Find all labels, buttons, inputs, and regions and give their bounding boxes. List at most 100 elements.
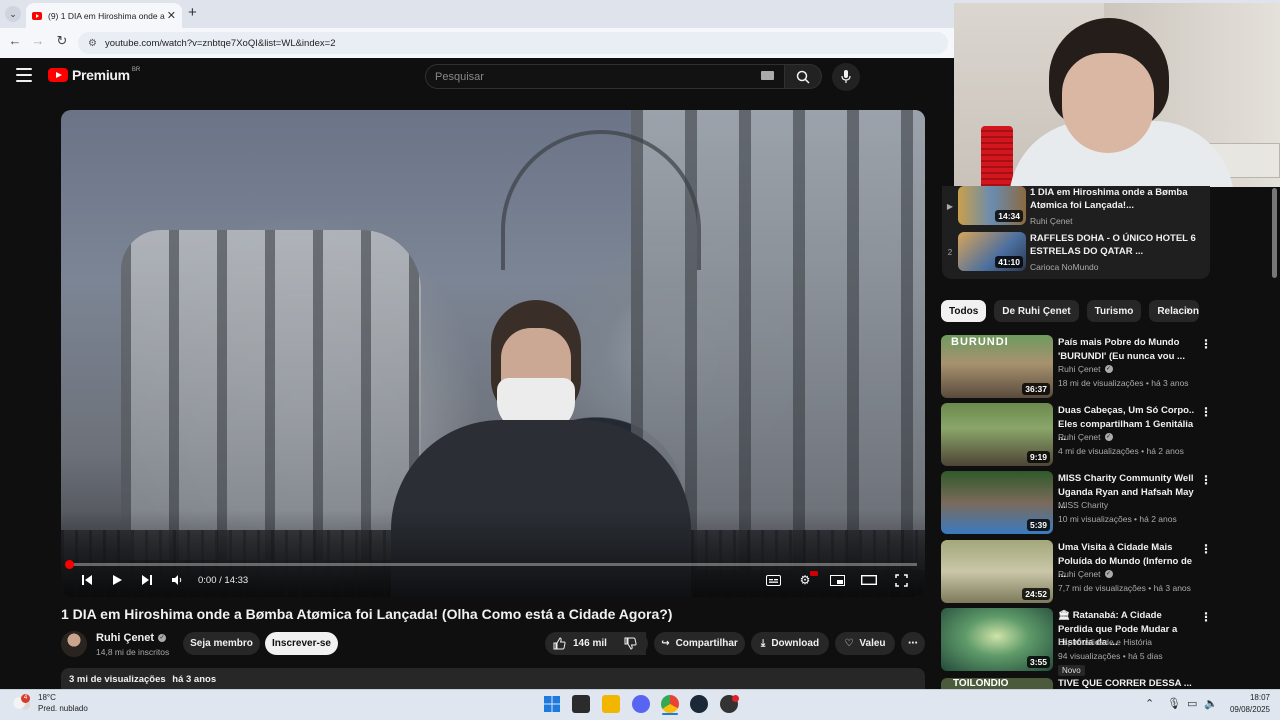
recommendation-item[interactable]: 3:55 🏛 Ratanabá: A Cidade Perdida que Po… — [941, 608, 1212, 676]
fullscreen-icon[interactable] — [893, 572, 909, 588]
video-thumbnail[interactable]: 24:52 — [941, 540, 1053, 603]
recommendation-item[interactable]: 5:39 MISS Charity Community Well Uganda … — [941, 471, 1212, 535]
video-thumbnail[interactable]: 3:55 — [941, 608, 1053, 671]
download-label: Download — [771, 638, 820, 649]
playlist-scrollbar[interactable] — [1272, 188, 1277, 278]
file-explorer-icon[interactable] — [602, 695, 620, 713]
scrubber-handle[interactable] — [65, 560, 74, 569]
like-count: 146 mil — [573, 638, 607, 649]
windows-start-icon[interactable] — [543, 695, 561, 713]
system-clock[interactable]: 18:07 09/08/2025 — [1226, 692, 1270, 716]
recommendation-item[interactable]: 9:19 Duas Cabeças, Um Só Corpo.. Eles co… — [941, 403, 1212, 467]
speaker-icon[interactable]: 🔈 — [1204, 697, 1218, 710]
share-button[interactable]: ↪ Compartilhar — [654, 632, 745, 655]
video-thumbnail[interactable]: TOILONDIO — [941, 678, 1053, 689]
reload-icon[interactable]: ↻ — [53, 33, 71, 49]
thanks-button[interactable]: ♡ Valeu — [835, 632, 895, 655]
forward-icon[interactable]: → — [29, 33, 47, 48]
recommendation-item[interactable]: TOILONDIO TIVE QUE CORRER DESSA ... — [941, 678, 1211, 689]
weather-widget[interactable]: 4 18°C Pred. nublado — [12, 692, 88, 714]
back-icon[interactable]: ← — [6, 33, 24, 48]
controls-gradient — [61, 510, 925, 597]
steam-icon[interactable] — [690, 695, 708, 713]
share-icon: ↪ — [661, 638, 670, 649]
chip-all[interactable]: Todos — [941, 300, 987, 322]
url-text: youtube.com/watch?v=znbtqe7XoQI&list=WL&… — [104, 37, 336, 49]
channel-name-text: Ruhi Çenet — [96, 632, 155, 644]
playlist-item[interactable]: 2 41:10 RAFFLES DOHA - O ÚNICO HOTEL 6 E… — [942, 232, 1210, 276]
recommendation-meta: 10 mi visualizações • há 2 anos — [1058, 514, 1177, 524]
subscribe-button[interactable]: Inscrever-se — [265, 632, 338, 655]
search-icon — [796, 70, 810, 84]
description-box[interactable]: 3 mi de visualizações há 3 anos — [61, 668, 925, 690]
more-options-icon[interactable]: ⋮ — [1200, 610, 1212, 624]
microphone-tray-icon[interactable]: 🎙 — [1167, 697, 1181, 710]
chip-from-channel[interactable]: De Ruhi Çenet — [994, 300, 1079, 322]
voice-search-button[interactable] — [832, 63, 860, 91]
playlist-thumbnail[interactable]: 41:10 — [958, 232, 1026, 271]
url-field[interactable]: ⚙ youtube.com/watch?v=znbtqe7XoQI&list=W… — [78, 32, 948, 54]
miniplayer-icon[interactable] — [829, 572, 845, 588]
logo-country: BR — [131, 67, 141, 73]
previous-icon[interactable] — [79, 572, 95, 588]
progress-bar[interactable] — [69, 563, 917, 566]
youtube-premium-logo[interactable]: Premium BR — [48, 67, 140, 83]
tab-list-button[interactable]: ⌄ — [5, 6, 21, 22]
notification-dot — [732, 695, 739, 702]
hamburger-menu-icon[interactable] — [16, 68, 32, 82]
logo-text: Premium — [72, 67, 130, 83]
thumbnail-text: TOILONDIO — [953, 678, 1009, 689]
duration-badge: 3:55 — [1026, 656, 1050, 668]
discord-icon[interactable] — [632, 695, 650, 713]
chrome-icon[interactable] — [661, 695, 679, 713]
recommendation-meta: 94 visualizações • há 5 dias — [1058, 651, 1163, 661]
more-options-icon[interactable]: ⋮ — [1200, 405, 1212, 419]
video-player[interactable] — [61, 110, 925, 597]
duration-badge: 24:52 — [1022, 588, 1050, 600]
play-icon[interactable] — [109, 572, 125, 588]
playlist-index: 2 — [947, 248, 953, 257]
channel-avatar[interactable] — [61, 631, 87, 657]
chip-related[interactable]: Relaciona — [1149, 300, 1200, 322]
video-thumbnail[interactable]: BURUNDI 36:37 — [941, 335, 1053, 398]
channel-name[interactable]: Ruhi Çenet ✓ — [96, 632, 167, 644]
theater-mode-icon[interactable] — [861, 572, 877, 588]
more-options-icon[interactable]: ⋮ — [1200, 542, 1212, 556]
join-button[interactable]: Seja membro — [183, 632, 260, 655]
video-thumbnail[interactable]: 9:19 — [941, 403, 1053, 466]
more-options-icon[interactable]: ⋮ — [1200, 473, 1212, 487]
video-thumbnail[interactable]: 5:39 — [941, 471, 1053, 534]
task-view-icon[interactable] — [572, 695, 590, 713]
site-info-icon[interactable]: ⚙ — [88, 38, 97, 49]
temperature: 18°C — [38, 693, 56, 702]
clock-time: 18:07 — [1249, 693, 1270, 702]
recommendation-item[interactable]: BURUNDI 36:37 País mais Pobre do Mundo '… — [941, 335, 1212, 399]
view-count: 3 mi de visualizações — [69, 674, 166, 685]
download-button[interactable]: ⤓ Download — [751, 632, 829, 655]
more-options-icon[interactable]: ⋮ — [1200, 337, 1212, 351]
hd-badge — [810, 571, 818, 576]
subtitles-icon[interactable] — [765, 572, 781, 588]
playlist-thumbnail[interactable]: 14:34 — [958, 186, 1026, 225]
browser-tab[interactable]: (9) 1 DIA em Hiroshima onde a ✕ — [26, 3, 182, 28]
chip-tourism[interactable]: Turismo — [1086, 300, 1142, 322]
playlist-item[interactable]: ▶ 14:34 1 DIA em Hiroshima onde a Bømba … — [942, 186, 1210, 230]
volume-icon[interactable] — [169, 572, 185, 588]
recommendation-channel: Ruhi Çenet ✓ — [1058, 569, 1113, 579]
search-input[interactable]: Pesquisar — [425, 64, 785, 89]
next-icon[interactable] — [139, 572, 155, 588]
close-tab-icon[interactable]: ✕ — [167, 9, 176, 22]
new-tab-button[interactable]: + — [188, 4, 197, 21]
recommendation-item[interactable]: 24:52 Uma Visita à Cidade Mais Poluída d… — [941, 540, 1212, 604]
more-actions-button[interactable]: ⋯ — [901, 632, 925, 655]
weather-badge: 4 — [21, 694, 30, 703]
keyboard-icon[interactable] — [761, 71, 774, 80]
recommendation-channel: MISS Charity — [1058, 500, 1109, 510]
search-button[interactable] — [784, 64, 822, 89]
duration-badge: 5:39 — [1026, 519, 1050, 531]
network-icon[interactable]: ▭ — [1187, 697, 1197, 710]
playlist-panel: ▶ 14:34 1 DIA em Hiroshima onde a Bømba … — [942, 186, 1210, 279]
chevron-up-icon[interactable]: ⌃ — [1145, 697, 1154, 710]
dislike-button[interactable] — [612, 632, 648, 655]
chevron-right-icon[interactable]: › — [1186, 303, 1190, 317]
